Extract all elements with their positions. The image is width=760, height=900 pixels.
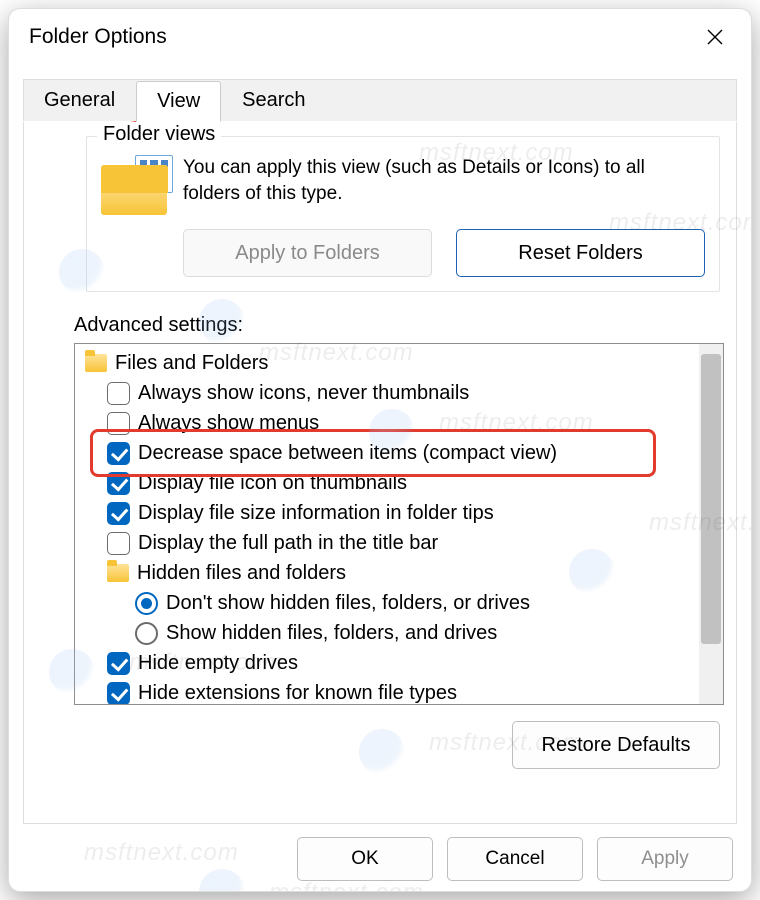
list-item-label: Show hidden files, folders, and drives — [166, 618, 497, 648]
list-item-label: Display the full path in the title bar — [138, 528, 438, 558]
tab-view[interactable]: View — [136, 81, 221, 122]
list-item-label: Always show icons, never thumbnails — [138, 378, 469, 408]
folder-views-row: You can apply this view (such as Details… — [101, 159, 705, 215]
scrollbar[interactable] — [699, 344, 723, 704]
list-item[interactable]: Decrease space between items (compact vi… — [79, 438, 723, 468]
advanced-settings-label: Advanced settings: — [74, 314, 724, 337]
titlebar: Folder Options — [9, 9, 751, 65]
folder-options-dialog: Folder Options General View Search Folde… — [8, 8, 752, 892]
checkbox[interactable] — [107, 502, 130, 525]
list-item[interactable]: Don't show hidden files, folders, or dri… — [79, 588, 723, 618]
close-button[interactable] — [693, 15, 737, 59]
checkbox[interactable] — [107, 532, 130, 555]
restore-defaults-button[interactable]: Restore Defaults — [512, 721, 720, 769]
list-item[interactable]: Hidden files and folders — [79, 558, 723, 588]
tab-content-view: Folder views You can apply this view (su… — [23, 122, 737, 824]
list-item-label: Files and Folders — [115, 348, 268, 378]
list-item[interactable]: Always show icons, never thumbnails — [79, 378, 723, 408]
ok-button[interactable]: OK — [297, 837, 433, 881]
reset-folders-button[interactable]: Reset Folders — [456, 229, 705, 277]
radio[interactable] — [135, 592, 158, 615]
list-item[interactable]: Display the full path in the title bar — [79, 528, 723, 558]
tab-strip: General View Search — [9, 79, 751, 122]
window-title: Folder Options — [29, 25, 167, 49]
list-item-label: Hide empty drives — [138, 648, 298, 678]
list-item-label: Always show menus — [138, 408, 319, 438]
list-item-label: Display file size information in folder … — [138, 498, 494, 528]
list-item[interactable]: Show hidden files, folders, and drives — [79, 618, 723, 648]
apply-to-folders-button: Apply to Folders — [183, 229, 432, 277]
folder-views-icon — [101, 159, 167, 215]
checkbox[interactable] — [107, 382, 130, 405]
close-icon — [706, 28, 724, 46]
checkbox[interactable] — [107, 412, 130, 435]
list-item[interactable]: Hide extensions for known file types — [79, 678, 723, 705]
tab-search[interactable]: Search — [221, 80, 326, 121]
checkbox[interactable] — [107, 472, 130, 495]
cancel-button[interactable]: Cancel — [447, 837, 583, 881]
dialog-footer: OK Cancel Apply — [9, 827, 751, 891]
list-item-label: Don't show hidden files, folders, or dri… — [166, 588, 530, 618]
list-item[interactable]: Display file size information in folder … — [79, 498, 723, 528]
advanced-settings-listbox[interactable]: Files and FoldersAlways show icons, neve… — [74, 343, 724, 705]
list-item-label: Hidden files and folders — [137, 558, 346, 588]
list-item[interactable]: Hide empty drives — [79, 648, 723, 678]
folder-views-group: Folder views You can apply this view (su… — [86, 136, 720, 292]
list-item[interactable]: Files and Folders — [79, 348, 723, 378]
list-item[interactable]: Always show menus — [79, 408, 723, 438]
list-item[interactable]: Display file icon on thumbnails — [79, 468, 723, 498]
checkbox[interactable] — [107, 682, 130, 705]
folder-icon — [85, 354, 107, 372]
folder-views-description: You can apply this view (such as Details… — [183, 155, 705, 215]
checkbox[interactable] — [107, 652, 130, 675]
list-item-label: Display file icon on thumbnails — [138, 468, 407, 498]
tab-general[interactable]: General — [23, 80, 136, 121]
apply-button: Apply — [597, 837, 733, 881]
folder-icon — [107, 564, 129, 582]
checkbox[interactable] — [107, 442, 130, 465]
folder-views-title: Folder views — [97, 123, 221, 146]
list-item-label: Hide extensions for known file types — [138, 678, 457, 705]
radio[interactable] — [135, 622, 158, 645]
list-item-label: Decrease space between items (compact vi… — [138, 438, 557, 468]
scrollbar-thumb[interactable] — [701, 354, 721, 644]
